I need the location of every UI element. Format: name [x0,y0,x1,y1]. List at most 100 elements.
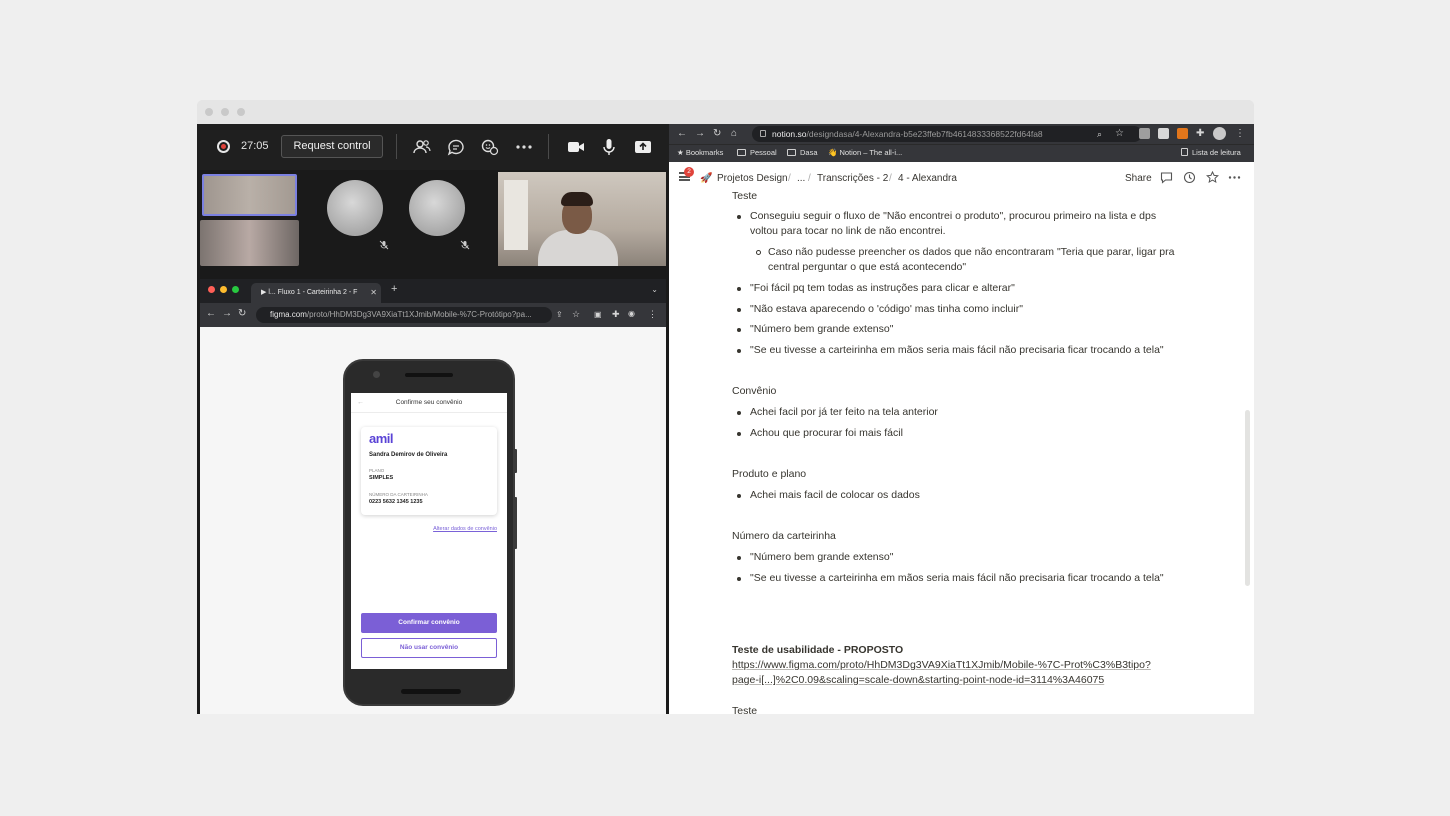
bullet-item[interactable]: "Não estava aparecendo o 'código' mas ti… [737,303,1023,315]
url-path: /designdasa/4-Alexandra-b5e23ffeb7fb4614… [806,129,1043,139]
breadcrumb-projetos-design[interactable]: Projetos Design [717,173,788,184]
participant-tile[interactable] [200,220,299,266]
profile-avatar[interactable] [1213,127,1226,140]
bookmark-notion[interactable]: 👋 Notion – The all-i... [828,148,902,157]
alter-insurance-link[interactable]: Alterar dados de convênio [433,526,497,532]
confirm-insurance-button[interactable]: Confirmar convênio [361,613,497,633]
usability-test-link[interactable]: https://www.figma.com/proto/HhDM3Dg3VA9X… [732,659,1151,671]
participant-avatar[interactable] [409,180,465,236]
participant-camera-feed[interactable] [498,172,666,266]
chat-icon[interactable] [446,137,466,157]
window-zoom-dot[interactable] [237,108,245,116]
favorite-star-icon[interactable] [1206,171,1219,184]
bullet-item-continuation[interactable]: voltou para tocar no link de não encontr… [750,225,946,237]
sub-bullet-item[interactable]: Caso não pudesse preencher os dados que … [756,246,1175,258]
participants-icon[interactable] [412,137,432,157]
back-arrow-icon[interactable]: ← [206,308,216,319]
forward-arrow-icon[interactable]: → [222,308,232,319]
phone-volume-button [514,449,517,473]
camera-extension-icon[interactable] [1139,128,1150,139]
more-horizontal-icon[interactable] [1228,171,1241,184]
breadcrumb-ellipsis[interactable]: ... [797,173,805,184]
address-bar[interactable]: figma.com/proto/HhDM3Dg3VA9XiaTt1XJmib/M… [256,307,552,323]
share-button[interactable]: Share [1125,173,1152,184]
microphone-icon[interactable] [599,137,619,157]
bullet-item[interactable]: Achei mais facil de colocar os dados [737,489,920,501]
back-arrow-icon[interactable]: ← [677,128,687,139]
extension-icon[interactable] [1158,128,1169,139]
comment-icon[interactable] [1160,171,1173,184]
heading-produto-plano[interactable]: Produto e plano [732,468,806,480]
browser-omnibox-bar: ← → ↻ ⌂ notion.so/designdasa/4-Alexandra… [669,124,1254,144]
phone-speaker [405,373,453,377]
forward-arrow-icon[interactable]: → [695,128,705,139]
screen-title: Confirme seu convênio [395,399,463,406]
participant-avatar[interactable] [327,180,383,236]
puzzle-icon[interactable]: ✚ [612,309,620,320]
heading-teste[interactable]: Teste [732,705,757,714]
bullet-item[interactable]: Conseguiu seguir o fluxo de "Não encontr… [736,210,1156,222]
bullet-item[interactable]: Achou que procurar foi mais fácil [737,427,903,439]
breadcrumb-transcricoes[interactable]: Transcrições - 2 [817,173,888,184]
breadcrumb-current-page[interactable]: 4 - Alexandra [898,173,957,184]
history-icon[interactable] [1183,171,1196,184]
bookmark-star-icon[interactable]: ☆ [1115,128,1124,139]
browser-tab-figma[interactable]: ▶ l... Fluxo 1 - Carteirinha 2 - F ✕ [251,283,381,303]
heading-convenio[interactable]: Convênio [732,385,776,397]
kebab-menu-icon[interactable]: ⋮ [1235,128,1245,139]
bullet-item[interactable]: "Número bem grande extenso" [736,323,893,335]
notion-page-content: Teste Conseguiu seguir o fluxo de "Não e… [669,192,1254,714]
extension-icon[interactable]: ▣ [594,310,602,319]
reading-list[interactable]: Lista de leitura [1181,148,1241,157]
record-icon [217,140,230,153]
sub-bullet-item-continuation[interactable]: central perguntar o que está acontecendo… [768,261,966,273]
kebab-menu-icon[interactable]: ⋮ [648,309,657,320]
bookmarks-bar: ★ Bookmarks Pessoal Dasa 👋 Notion – The … [669,144,1254,162]
skip-insurance-button[interactable]: Não usar convênio [361,638,497,658]
request-control-button[interactable]: Request control [281,135,383,158]
page-scrollbar-thumb[interactable] [1245,410,1250,586]
hollow-bullet [756,250,761,255]
phone-camera [373,371,380,378]
close-dot[interactable] [208,286,215,293]
window-minimize-dot[interactable] [221,108,229,116]
tab-close-icon[interactable]: ✕ [370,283,377,303]
share-screen-icon[interactable] [633,137,653,157]
bullet-item[interactable]: Achei facil por já ter feito na tela ant… [737,406,938,418]
new-tab-icon[interactable]: + [391,283,397,295]
camera-icon[interactable] [566,137,586,157]
window-close-dot[interactable] [205,108,213,116]
heading-numero-carteirinha[interactable]: Número da carteirinha [732,530,836,542]
minimize-dot[interactable] [220,286,227,293]
reload-icon[interactable]: ↻ [238,308,246,319]
heading-teste[interactable]: Teste [732,192,757,202]
metamask-extension-icon[interactable] [1177,128,1188,139]
profile-icon[interactable]: ◉ [628,309,635,318]
bookmark-dasa[interactable]: Dasa [787,148,818,157]
bullet-item[interactable]: "Foi fácil pq tem todas as instruções pa… [737,282,1015,294]
bookmark-star-icon[interactable]: ☆ [572,309,580,320]
zoom-dot[interactable] [232,286,239,293]
usability-test-title[interactable]: Teste de usabilidade - PROPOSTO [732,644,903,656]
tab-search-chevron-icon[interactable]: ⌄ [651,285,658,294]
phone-mockup: ← Confirme seu convênio amil Sandra Demi… [343,359,517,706]
puzzle-icon[interactable]: ✚ [1196,128,1204,139]
zoom-icon[interactable]: ⌕ [1097,129,1102,140]
bullet-item[interactable]: "Se eu tivesse a carteirinha em mãos ser… [737,344,1164,356]
folder-icon [737,149,746,156]
bookmark-bookmarks[interactable]: ★ Bookmarks [677,148,723,157]
bullet-item[interactable]: "Número bem grande extenso" [736,551,893,563]
reactions-icon[interactable] [480,137,500,157]
bookmark-pessoal[interactable]: Pessoal [737,148,777,157]
toolbar-divider [548,134,549,159]
back-arrow-icon[interactable]: ← [357,393,364,413]
reload-icon[interactable]: ↻ [713,128,721,139]
address-bar[interactable]: notion.so/designdasa/4-Alexandra-b5e23ff… [752,126,1142,142]
participant-tile-selected[interactable] [202,174,297,216]
notification-badge: 2 [684,167,694,177]
usability-test-link-continuation[interactable]: page-i[...]%2C0.09&scaling=scale-down&st… [732,674,1104,686]
more-icon[interactable] [514,137,534,157]
share-icon[interactable]: ⇪ [556,310,563,319]
home-icon[interactable]: ⌂ [731,128,737,139]
bullet-item[interactable]: "Se eu tivesse a carteirinha em mãos ser… [737,572,1164,584]
